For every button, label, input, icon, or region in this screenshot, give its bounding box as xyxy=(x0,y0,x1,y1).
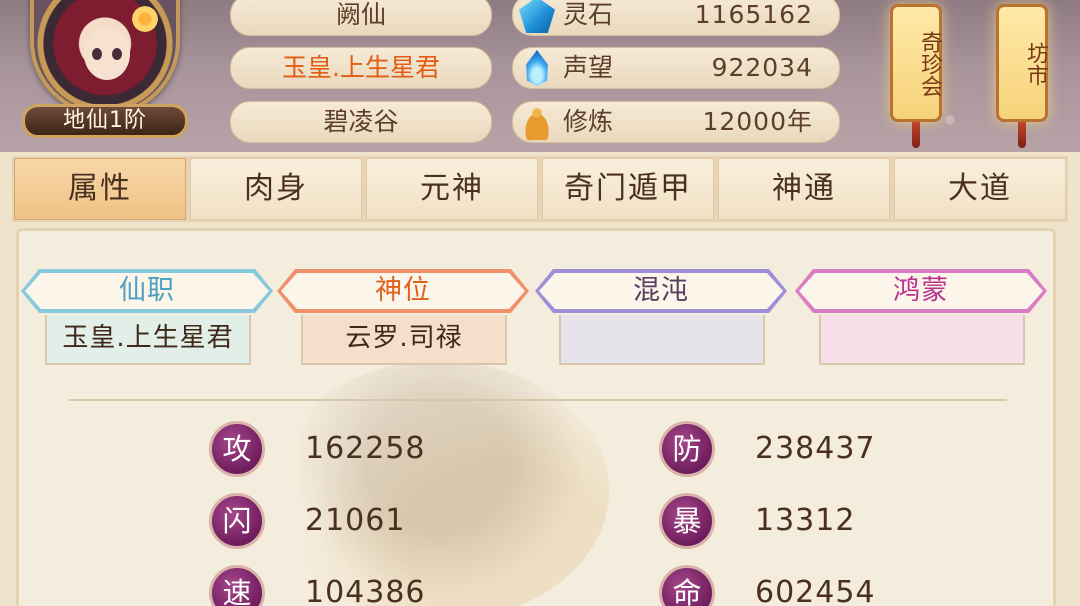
resource-spirit-stone: 灵石 1165162 xyxy=(512,0,840,36)
stat-value: 162258 xyxy=(305,431,426,466)
speed-stat-badge: 速 xyxy=(209,565,265,606)
rank-value-hongmeng xyxy=(819,315,1025,365)
resource-cultivation: 修炼 12000年 xyxy=(512,101,840,143)
rank-header-immortal-post[interactable]: 仙职 xyxy=(21,269,273,313)
spirit-stone-icon xyxy=(519,0,555,33)
rank-value-divine-seat: 云罗.司禄 xyxy=(301,315,507,365)
attack-stat-badge: 攻 xyxy=(209,421,265,477)
lantern-tassel xyxy=(1018,122,1026,148)
player-header: 地仙1阶 阙仙 玉皇.上生星君 碧凌谷 灵石 1165162 声望 922034… xyxy=(0,0,1080,152)
resource-label: 修炼 xyxy=(563,107,614,136)
stat-value: 602454 xyxy=(755,575,876,606)
character-tab-bar: 属性 肉身 元神 奇门遁甲 神通 大道 xyxy=(12,156,1068,222)
hp-stat-badge: 命 xyxy=(659,565,715,606)
rank-header-label: 鸿蒙 xyxy=(893,275,949,306)
treasure-auction-lantern-button[interactable]: 奇珍会 xyxy=(890,0,942,150)
resource-value: 12000年 xyxy=(702,107,813,136)
attributes-panel: 仙职 玉皇.上生星君 神位 云罗.司禄 混沌 鸿蒙 攻 162258 防 238… xyxy=(16,228,1056,606)
avatar-eye-left xyxy=(92,48,102,60)
rank-value-immortal-post: 玉皇.上生星君 xyxy=(45,315,251,365)
avatar-face xyxy=(84,28,130,80)
critical-stat-badge: 暴 xyxy=(659,493,715,549)
lantern-label: 坊市 xyxy=(1023,42,1048,86)
tab-attributes[interactable]: 属性 xyxy=(14,158,186,220)
dodge-stat-badge: 闪 xyxy=(209,493,265,549)
tab-qimen-dunjia[interactable]: 奇门遁甲 xyxy=(542,158,714,220)
resource-value: 1165162 xyxy=(694,0,813,29)
player-title: 玉皇.上生星君 xyxy=(230,47,492,89)
cultivation-buddha-icon xyxy=(519,104,555,140)
tab-body[interactable]: 肉身 xyxy=(190,158,362,220)
lantern-tassel xyxy=(912,122,920,148)
tab-divine-powers[interactable]: 神通 xyxy=(718,158,890,220)
tab-great-dao[interactable]: 大道 xyxy=(894,158,1066,220)
player-sect: 碧凌谷 xyxy=(230,101,492,143)
stat-value: 13312 xyxy=(755,503,856,538)
avatar-portrait[interactable] xyxy=(30,0,180,116)
rank-header-label: 仙职 xyxy=(119,275,175,306)
rank-value-chaos xyxy=(559,315,765,365)
resource-label: 灵石 xyxy=(563,0,614,29)
rank-header-divine-seat[interactable]: 神位 xyxy=(277,269,529,313)
stat-value: 104386 xyxy=(305,575,426,606)
rank-header-label: 混沌 xyxy=(633,275,689,306)
player-name: 阙仙 xyxy=(230,0,492,36)
section-divider xyxy=(69,399,1007,401)
resource-label: 声望 xyxy=(563,53,614,82)
market-lantern-button[interactable]: 坊市 xyxy=(996,0,1048,150)
realm-rank-badge: 地仙1阶 xyxy=(22,104,188,138)
rank-header-chaos[interactable]: 混沌 xyxy=(535,269,787,313)
hair-flower-icon xyxy=(130,4,160,34)
player-avatar[interactable]: 地仙1阶 xyxy=(22,0,192,144)
reputation-flame-icon xyxy=(526,50,548,86)
avatar-eye-right xyxy=(112,48,122,60)
tab-spirit[interactable]: 元神 xyxy=(366,158,538,220)
resource-value: 922034 xyxy=(711,53,813,82)
lantern-label: 奇珍会 xyxy=(917,31,942,97)
rank-header-label: 神位 xyxy=(375,275,431,306)
defense-stat-badge: 防 xyxy=(659,421,715,477)
rank-header-hongmeng[interactable]: 鸿蒙 xyxy=(795,269,1047,313)
resource-reputation: 声望 922034 xyxy=(512,47,840,89)
stat-value: 21061 xyxy=(305,503,406,538)
stat-value: 238437 xyxy=(755,431,876,466)
